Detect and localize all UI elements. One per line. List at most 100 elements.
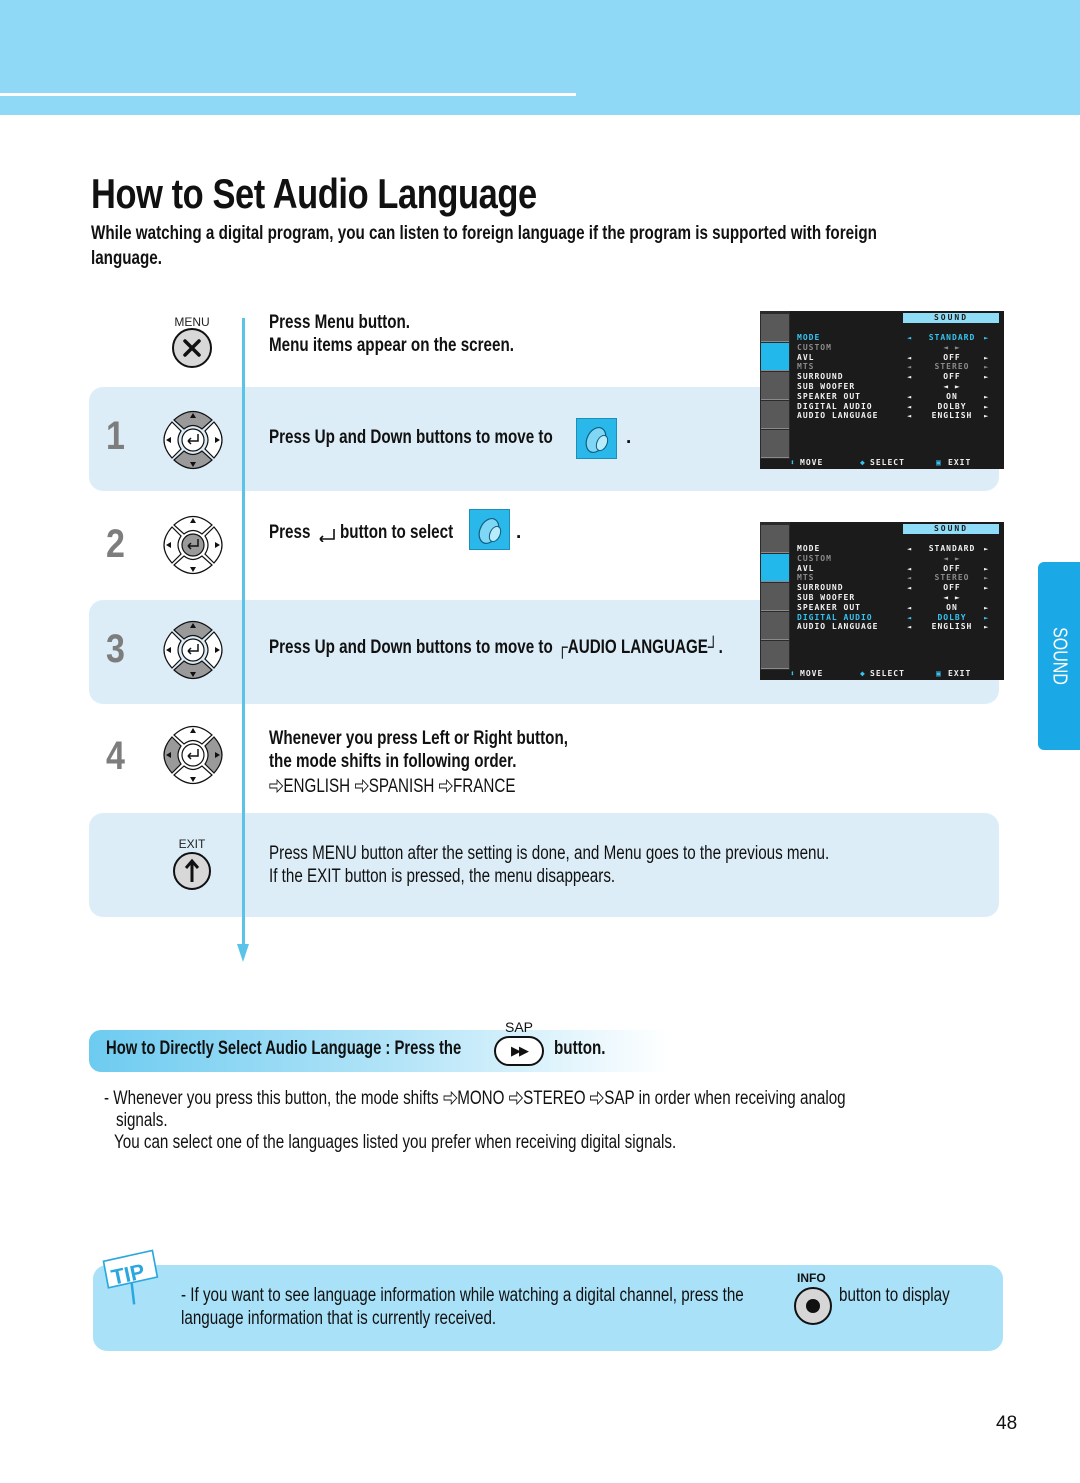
osd-row-value: OFF bbox=[943, 563, 961, 573]
osd-row-value: OFF bbox=[943, 583, 961, 593]
enter-key-icon bbox=[319, 529, 335, 542]
exit-step-text: Press MENU button after the setting is d… bbox=[269, 843, 830, 887]
osd-icon-column bbox=[760, 311, 790, 459]
setup-menu-icon bbox=[761, 401, 789, 429]
exit-button-icon bbox=[173, 852, 211, 890]
osd-row-value: STANDARD bbox=[928, 544, 976, 553]
osd-row-label: MTS bbox=[797, 362, 815, 372]
channel-menu-icon bbox=[761, 372, 789, 400]
osd-menu-row[interactable]: SURROUND ◄ ► OFF bbox=[797, 583, 997, 593]
left-arrow-icon: ◄ bbox=[907, 334, 913, 342]
osd-footer: ⬍ MOVE ◆ SELECT ▣ EXIT bbox=[790, 458, 972, 467]
picture-menu-icon bbox=[761, 525, 789, 553]
osd-menu-row[interactable]: SUB WOOFER ◄ ► bbox=[797, 593, 997, 603]
cycle-arrow-icon bbox=[269, 779, 284, 793]
step-1-suffix: . bbox=[626, 427, 632, 448]
osd-row-label: MODE bbox=[797, 333, 821, 342]
section-tab-sound[interactable]: SOUND bbox=[1038, 562, 1080, 750]
step-number: 2 bbox=[106, 522, 125, 566]
osd-row-label: SURROUND bbox=[797, 583, 844, 593]
left-arrow-icon: ◄ bbox=[907, 574, 913, 583]
page-number: 48 bbox=[996, 1413, 1018, 1434]
osd-row-label: AVL bbox=[797, 563, 815, 573]
tip-text-line-2: language information that is currently r… bbox=[181, 1308, 497, 1329]
step-2-text: Press bbox=[269, 522, 311, 543]
picture-menu-icon bbox=[761, 314, 789, 342]
osd-menu-row[interactable]: SURROUND ◄ ► OFF bbox=[797, 372, 997, 382]
intro-text: While watching a digital program, you ca… bbox=[91, 222, 877, 269]
osd-menu-row[interactable]: SPEAKER OUT ◄ ► ON bbox=[797, 392, 997, 402]
sound-menu-icon bbox=[761, 554, 789, 582]
step-1-text: Press Up and Down buttons to move to bbox=[269, 427, 553, 448]
osd-title: SOUND bbox=[903, 313, 999, 323]
cycle-arrow-icon bbox=[590, 1091, 605, 1105]
osd-title: SOUND bbox=[903, 524, 999, 534]
header-rule bbox=[0, 93, 576, 96]
osd-row-value: ON bbox=[946, 391, 958, 401]
header-band bbox=[0, 0, 1080, 115]
osd-screen-1: SOUND MODE ◄ ► STANDARD CUSTOM ◄ ► AVL ◄ ► OFF MTS… bbox=[760, 311, 1004, 469]
channel-menu-icon bbox=[761, 583, 789, 611]
osd-row-label: DIGITAL AUDIO bbox=[797, 401, 873, 411]
left-arrow-icon: ◄ bbox=[907, 613, 913, 622]
dpad-enter-icon bbox=[163, 515, 223, 575]
sap-button-label: SAP bbox=[505, 1019, 534, 1035]
osd-row-value: ENGLISH bbox=[931, 622, 973, 632]
osd-row-value: ◄ ► bbox=[943, 382, 961, 391]
language-sequence: ENGLISH SPANISH FRANCE bbox=[269, 775, 577, 798]
cycle-arrow-icon bbox=[443, 1091, 458, 1105]
flow-arrow-icon bbox=[237, 944, 249, 962]
osd-menu-row[interactable]: MODE ◄ ► STANDARD bbox=[797, 544, 997, 554]
osd-menu-row[interactable]: AUDIO LANGUAGE ◄ ► ENGLISH bbox=[797, 411, 997, 421]
menu-step-text: Press Menu button. Menu items appear on … bbox=[269, 312, 514, 356]
osd-row-label: AUDIO LANGUAGE bbox=[797, 622, 879, 632]
exit-button-label: EXIT bbox=[178, 837, 206, 851]
osd-menu-row[interactable]: MTS ◄ ► STEREO bbox=[797, 362, 997, 372]
osd-row-value: ON bbox=[946, 602, 958, 612]
osd-menu-row[interactable]: CUSTOM ◄ ► bbox=[797, 554, 997, 564]
left-arrow-icon: ◄ bbox=[907, 603, 913, 612]
dpad-up-down-icon bbox=[163, 410, 223, 470]
osd-row-value: STANDARD bbox=[928, 333, 976, 342]
left-arrow-icon: ◄ bbox=[907, 584, 913, 593]
sound-menu-icon bbox=[576, 418, 617, 459]
osd-menu-row[interactable]: DIGITAL AUDIO ◄ ► DOLBY bbox=[797, 613, 997, 623]
osd-row-value: OFF bbox=[943, 352, 961, 362]
osd-row-label: MTS bbox=[797, 573, 815, 583]
step-number: 4 bbox=[106, 734, 125, 778]
osd-menu-row[interactable]: CUSTOM ◄ ► bbox=[797, 343, 997, 353]
step-number: 1 bbox=[106, 414, 125, 458]
step-3-text: Press Up and Down buttons to move to ┌AU… bbox=[269, 637, 723, 658]
left-arrow-icon: ◄ bbox=[907, 545, 913, 553]
osd-footer: ⬍ MOVE ◆ SELECT ▣ EXIT bbox=[790, 669, 972, 678]
flow-line bbox=[242, 318, 245, 948]
page-title: How to Set Audio Language bbox=[91, 170, 537, 217]
osd-menu-row[interactable]: AVL ◄ ► OFF bbox=[797, 353, 997, 363]
osd-row-value: ◄ ► bbox=[943, 553, 961, 563]
osd-row-label: SPEAKER OUT bbox=[797, 391, 861, 401]
osd-row-label: SPEAKER OUT bbox=[797, 602, 861, 612]
left-arrow-icon: ◄ bbox=[907, 373, 913, 382]
dpad-up-down-icon bbox=[163, 620, 223, 680]
left-arrow-icon: ◄ bbox=[907, 353, 913, 362]
osd-menu-row[interactable]: AVL ◄ ► OFF bbox=[797, 564, 997, 574]
osd-menu-row[interactable]: MTS ◄ ► STEREO bbox=[797, 573, 997, 583]
left-arrow-icon: ◄ bbox=[907, 363, 913, 372]
tip-sign-icon: TIP bbox=[102, 1249, 159, 1305]
menu-button-icon bbox=[172, 328, 212, 368]
left-arrow-icon: ◄ bbox=[907, 412, 913, 421]
osd-row-label: CUSTOM bbox=[797, 342, 832, 352]
cycle-arrow-icon bbox=[509, 1091, 523, 1105]
osd-menu-row[interactable]: AUDIO LANGUAGE ◄ ► ENGLISH bbox=[797, 622, 997, 632]
osd-row-value: OFF bbox=[943, 372, 961, 382]
osd-menu-row[interactable]: SUB WOOFER ◄ ► bbox=[797, 382, 997, 392]
osd-row-label: AVL bbox=[797, 352, 815, 362]
sap-button-icon: ▶▶ bbox=[494, 1036, 544, 1066]
left-arrow-icon: ◄ bbox=[907, 623, 913, 632]
osd-row-label: MODE bbox=[797, 544, 821, 553]
osd-row-label: SUB WOOFER bbox=[797, 382, 856, 391]
osd-menu-row[interactable]: SPEAKER OUT ◄ ► ON bbox=[797, 603, 997, 613]
sound-menu-icon bbox=[469, 509, 510, 550]
osd-menu-row[interactable]: MODE ◄ ► STANDARD bbox=[797, 333, 997, 343]
osd-menu-row[interactable]: DIGITAL AUDIO ◄ ► DOLBY bbox=[797, 402, 997, 412]
